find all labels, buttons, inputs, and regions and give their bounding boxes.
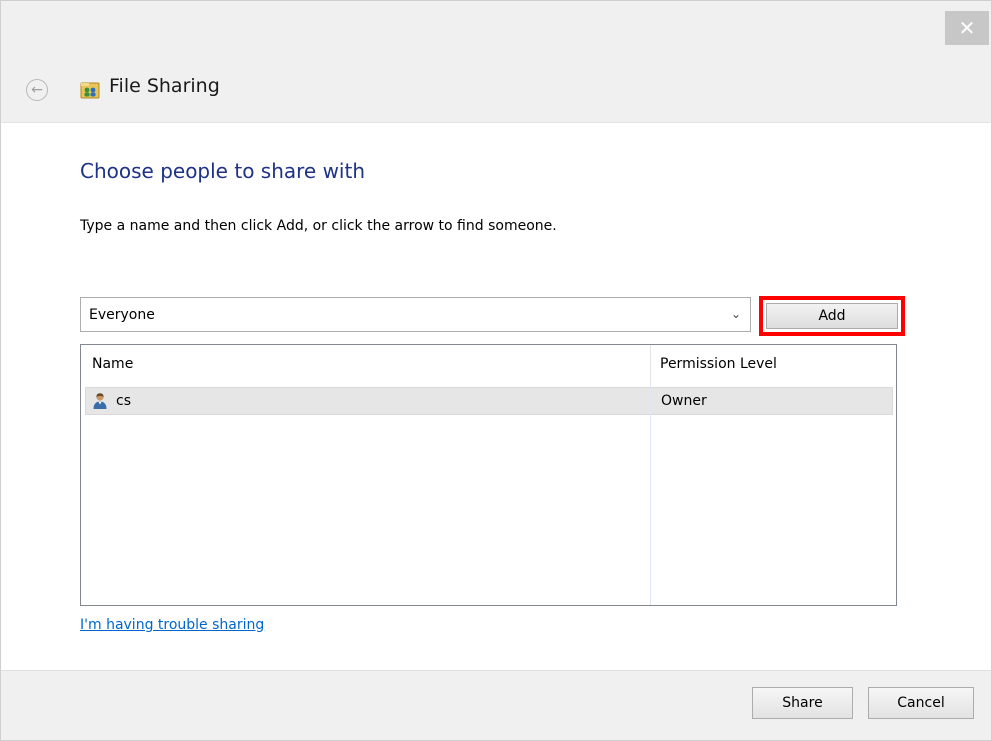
add-button[interactable]: Add: [766, 303, 898, 329]
column-divider: [650, 383, 651, 605]
name-combobox[interactable]: ⌄: [80, 297, 751, 332]
close-icon: ✕: [958, 16, 976, 40]
row-permission-cell: Owner: [651, 388, 894, 414]
footer-bar: Share Cancel: [1, 671, 991, 740]
list-body: cs Owner: [81, 383, 896, 605]
row-name: cs: [116, 393, 131, 409]
file-sharing-icon: [80, 82, 100, 99]
share-list[interactable]: Name Permission Level cs Owner: [80, 344, 897, 606]
user-icon: [93, 393, 107, 409]
table-row[interactable]: cs Owner: [85, 387, 893, 415]
instruction-text: Type a name and then click Add, or click…: [80, 218, 557, 234]
trouble-sharing-link[interactable]: I'm having trouble sharing: [80, 617, 264, 633]
column-header-permission[interactable]: Permission Level: [650, 345, 896, 383]
back-arrow-icon: ←: [31, 82, 43, 98]
page-heading: Choose people to share with: [80, 159, 366, 183]
row-permission: Owner: [661, 393, 707, 409]
chevron-down-icon[interactable]: ⌄: [728, 306, 744, 322]
cancel-button[interactable]: Cancel: [868, 687, 974, 719]
share-button[interactable]: Share: [752, 687, 853, 719]
column-header-name[interactable]: Name: [81, 345, 650, 383]
row-name-cell: cs: [86, 388, 651, 414]
window-title: File Sharing: [109, 75, 220, 97]
close-button[interactable]: ✕: [945, 11, 989, 45]
list-header: Name Permission Level: [81, 345, 896, 383]
name-input[interactable]: [81, 298, 721, 331]
title-bar: ✕ ← File Sharing: [1, 1, 991, 122]
file-sharing-window: ✕ ← File Sharing Choose people to share …: [0, 0, 992, 741]
content-panel: Choose people to share with Type a name …: [1, 122, 991, 671]
back-button[interactable]: ←: [26, 79, 48, 101]
add-button-highlight: Add: [759, 296, 905, 336]
